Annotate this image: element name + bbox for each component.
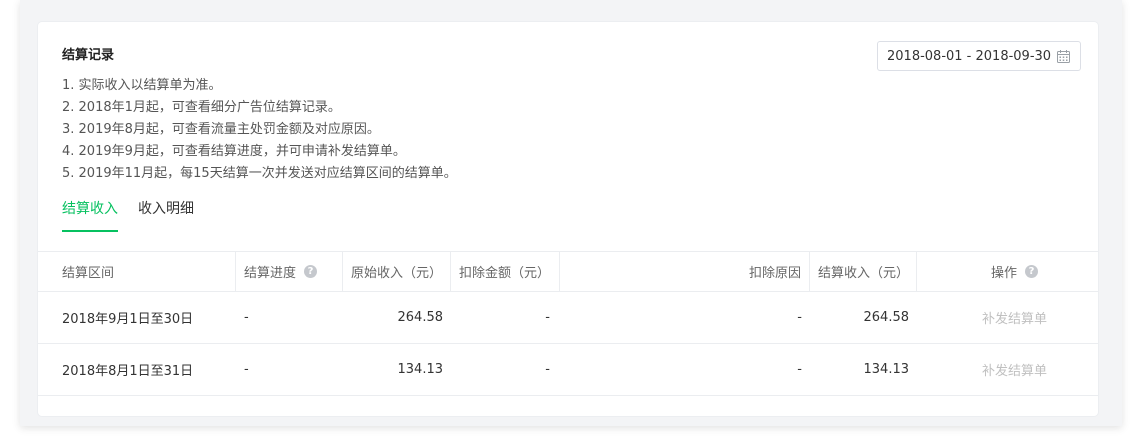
header-progress-label: 结算进度 xyxy=(244,266,297,281)
tab-settlement-income[interactable]: 结算收入 xyxy=(62,198,118,232)
cell-original-income: 134.13 xyxy=(397,362,444,377)
notes-list: 1. 实际收入以结算单为准。 2. 2018年1月起，可查看细分广告位结算记录。… xyxy=(62,75,457,185)
note-item: 1. 实际收入以结算单为准。 xyxy=(62,78,222,93)
cell-period: 2018年9月1日至30日 xyxy=(62,312,194,327)
date-range-picker[interactable]: 2018-08-01 - 2018-09-30 xyxy=(877,41,1081,71)
note-item: 2. 2018年1月起，可查看细分广告位结算记录。 xyxy=(62,100,341,115)
note-item: 3. 2019年8月起，可查看流量主处罚金额及对应原因。 xyxy=(62,122,380,137)
header-actions-label: 操作 xyxy=(990,266,1017,281)
table-row: 2018年9月1日至30日 - 264.58 - - 264.58 补发结算单 xyxy=(38,292,1098,344)
tabs: 结算收入 收入明细 xyxy=(62,198,214,232)
cell-deduction-amount: - xyxy=(545,362,550,377)
header-deduction-reason: 扣除原因 xyxy=(560,252,810,291)
cell-deduction-reason: - xyxy=(797,310,802,325)
date-range-value: 2018-08-01 - 2018-09-30 xyxy=(887,48,1052,64)
header-original-income: 原始收入（元） xyxy=(343,252,451,291)
header-progress: 结算进度 ? xyxy=(236,252,343,291)
tab-income-details[interactable]: 收入明细 xyxy=(138,198,194,230)
cell-actions: 补发结算单 xyxy=(917,292,1098,343)
note-item: 4. 2019年9月起，可查看结算进度，并可申请补发结算单。 xyxy=(62,144,406,159)
help-icon[interactable]: ? xyxy=(1025,265,1038,278)
header-actions: 操作 ? xyxy=(917,252,1098,291)
cell-period: 2018年8月1日至31日 xyxy=(62,364,194,379)
cell-progress: - xyxy=(244,362,249,377)
settlement-records-card: 结算记录 1. 实际收入以结算单为准。 2. 2018年1月起，可查看细分广告位… xyxy=(38,22,1098,416)
note-item: 5. 2019年11月起，每15天结算一次并发送对应结算区间的结算单。 xyxy=(62,166,457,181)
reissue-statement-link[interactable]: 补发结算单 xyxy=(982,308,1047,327)
settlement-table: 结算区间 结算进度 ? 原始收入（元） 扣除金额（元） 扣除原因 结算收入（元）… xyxy=(38,251,1098,396)
card-title: 结算记录 xyxy=(62,48,115,63)
cell-settled-income: 264.58 xyxy=(863,310,910,325)
table-header-row: 结算区间 结算进度 ? 原始收入（元） 扣除金额（元） 扣除原因 结算收入（元）… xyxy=(38,252,1098,292)
header-deduction-amount: 扣除金额（元） xyxy=(451,252,560,291)
header-period: 结算区间 xyxy=(38,252,236,291)
reissue-statement-link[interactable]: 补发结算单 xyxy=(982,360,1047,379)
header-settled-income: 结算收入（元） xyxy=(810,252,917,291)
cell-progress: - xyxy=(244,310,249,325)
table-row: 2018年8月1日至31日 - 134.13 - - 134.13 补发结算单 xyxy=(38,344,1098,396)
help-icon[interactable]: ? xyxy=(304,265,318,278)
cell-actions: 补发结算单 xyxy=(917,344,1098,395)
cell-deduction-reason: - xyxy=(797,362,802,377)
cell-original-income: 264.58 xyxy=(397,310,444,325)
calendar-icon xyxy=(1057,50,1070,63)
cell-deduction-amount: - xyxy=(545,310,550,325)
cell-settled-income: 134.13 xyxy=(863,362,910,377)
